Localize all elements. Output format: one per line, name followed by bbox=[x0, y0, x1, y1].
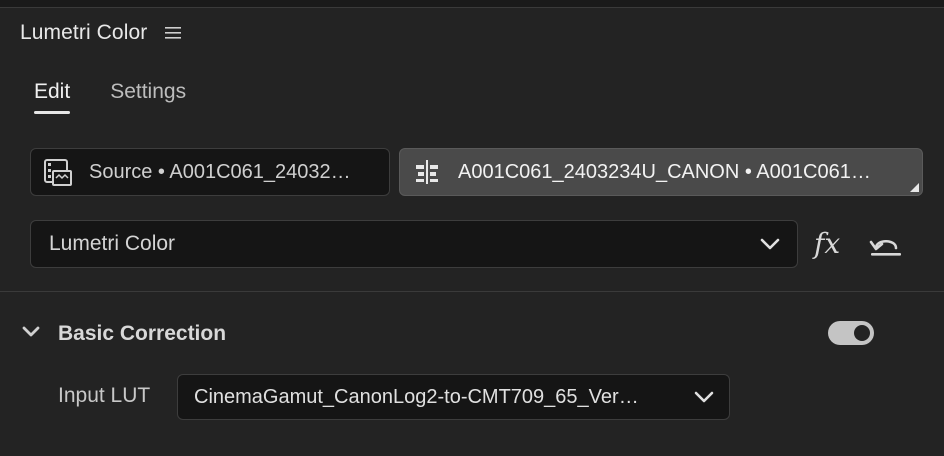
panel-top-border bbox=[0, 0, 944, 8]
hamburger-menu-icon[interactable] bbox=[165, 26, 182, 40]
fx-bypass-icon[interactable]: fx bbox=[814, 226, 846, 262]
tab-settings[interactable]: Settings bbox=[110, 80, 186, 112]
chevron-down-icon[interactable] bbox=[20, 321, 42, 348]
corner-dropdown-icon bbox=[910, 183, 919, 192]
basic-correction-toggle[interactable] bbox=[828, 321, 874, 345]
input-lut-dropdown[interactable]: CinemaGamut_CanonLog2-to-CMT709_65_Ver… bbox=[177, 374, 730, 420]
panel-header: Lumetri Color bbox=[20, 18, 182, 48]
input-lut-label: Input LUT bbox=[58, 384, 151, 407]
sequence-clip-label: A001C061_2403234U_CANON • A001C061… bbox=[458, 160, 871, 183]
reset-icon[interactable] bbox=[868, 228, 904, 260]
section-title: Basic Correction bbox=[58, 322, 227, 345]
effect-instance-dropdown[interactable]: Lumetri Color bbox=[30, 220, 798, 268]
source-clip-button[interactable]: Source • A001C061_24032… bbox=[30, 148, 390, 196]
panel-tabs: Edit Settings bbox=[34, 80, 186, 114]
sequence-clip-button[interactable]: A001C061_2403234U_CANON • A001C061… bbox=[399, 148, 923, 196]
tab-edit[interactable]: Edit bbox=[34, 80, 71, 114]
input-lut-value: CinemaGamut_CanonLog2-to-CMT709_65_Ver… bbox=[194, 385, 639, 408]
source-clip-label: Source • A001C061_24032… bbox=[89, 160, 351, 183]
timeline-clip-icon bbox=[410, 155, 444, 189]
section-divider bbox=[0, 291, 944, 292]
chevron-down-icon bbox=[759, 233, 781, 261]
panel-title[interactable]: Lumetri Color bbox=[20, 21, 147, 45]
effect-instance-value: Lumetri Color bbox=[49, 232, 176, 255]
toggle-knob bbox=[854, 325, 870, 341]
lumetri-color-panel: Lumetri Color Edit Settings Source • A00… bbox=[0, 0, 944, 456]
basic-correction-header[interactable]: Basic Correction bbox=[20, 318, 226, 350]
chevron-down-icon bbox=[693, 386, 715, 414]
clip-film-icon bbox=[41, 155, 75, 189]
